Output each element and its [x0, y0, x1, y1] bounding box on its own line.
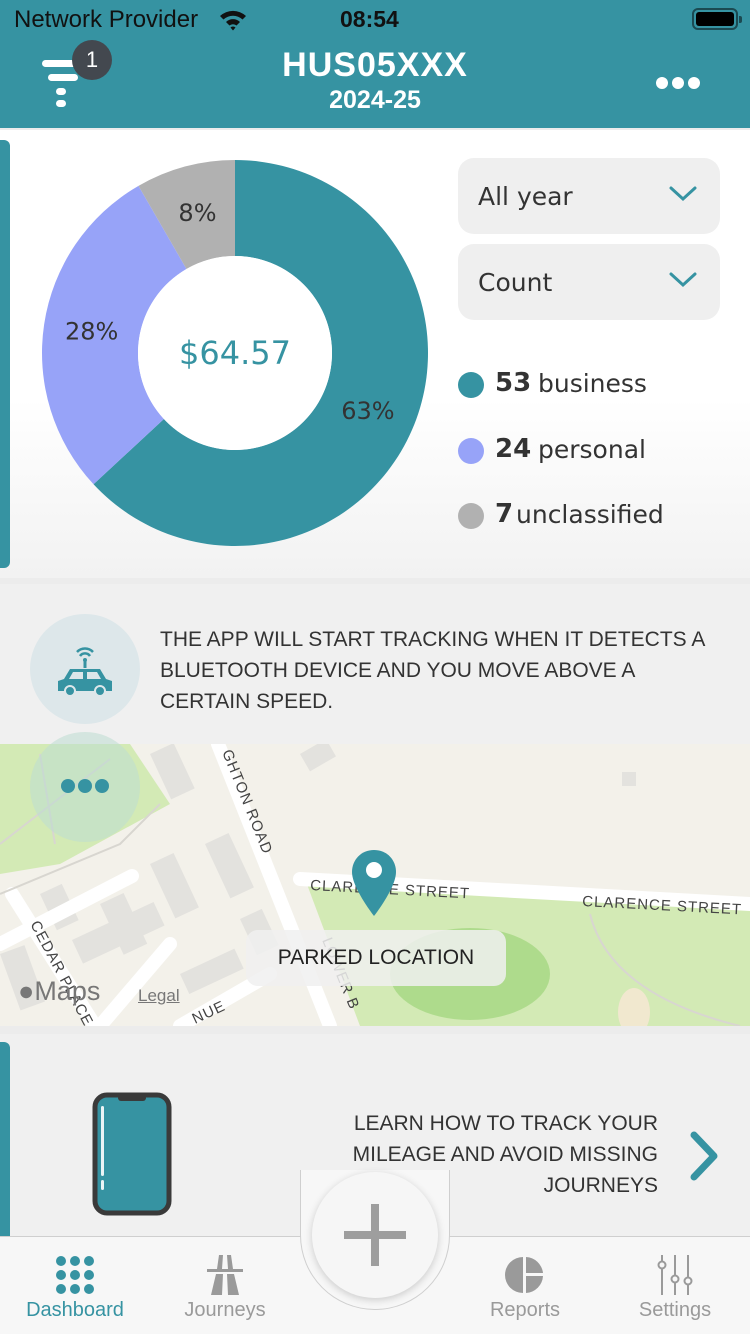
period-select[interactable]: All year [458, 158, 720, 234]
vehicle-title: HUS05XXX [282, 46, 468, 84]
more-icon [60, 778, 110, 798]
apple-maps-logo: ●Maps [18, 976, 101, 1006]
journey-stats-card: 63% 28% 8% $64.57 All year Count 53 busines… [0, 130, 750, 578]
tracking-card: GHTON ROAD CLARENCE STREET CLARENCE STRE… [0, 584, 750, 1026]
period-select-value: All year [478, 182, 573, 211]
legend-count: 7 [495, 499, 514, 529]
more-options-button[interactable] [656, 74, 706, 92]
dashboard-grid-icon [55, 1255, 95, 1299]
plus-icon [344, 1204, 406, 1270]
tab-settings[interactable]: Settings [600, 1237, 750, 1334]
wifi-icon [218, 8, 248, 36]
tracking-more-button[interactable] [30, 732, 140, 842]
card-accent [0, 1042, 10, 1244]
clock: 08:54 [340, 6, 399, 32]
metric-select[interactable]: Count [458, 244, 720, 320]
legend-label: personal [538, 435, 646, 464]
chevron-right-icon[interactable] [688, 1130, 720, 1186]
classification-donut-chart[interactable]: 63% 28% 8% $64.57 [40, 158, 430, 548]
app-header: Network Provider 08:54 1 HUS05XXX 2024-2… [0, 0, 750, 128]
more-icon-dot [688, 77, 700, 89]
connected-car-icon [56, 642, 114, 702]
more-icon-dot [672, 77, 684, 89]
legend-label: unclassified [516, 500, 664, 529]
tab-dashboard[interactable]: Dashboard [0, 1237, 150, 1334]
carrier-name: Network Provider [14, 6, 199, 33]
pie-chart-icon [505, 1255, 545, 1299]
legend-dot-personal [458, 438, 484, 464]
tracking-message: THE APP WILL START TRACKING WHEN IT DETE… [160, 628, 705, 713]
tab-label: Journeys [184, 1299, 266, 1321]
donut-percent-label: 63% [341, 397, 394, 425]
location-pin-icon [350, 848, 398, 922]
tab-reports[interactable]: Reports [450, 1237, 600, 1334]
more-icon-dot [656, 77, 668, 89]
legend-dot-business [458, 372, 484, 398]
parked-location-label: PARKED LOCATION [246, 930, 506, 986]
dashboard-screen: Network Provider 08:54 1 HUS05XXX 2024-2… [0, 0, 750, 1334]
tab-label: Dashboard [26, 1299, 124, 1321]
donut-center-total: $64.57 [179, 334, 291, 372]
chevron-down-icon [668, 270, 698, 294]
phone-icon [92, 1092, 172, 1220]
tab-label: Reports [489, 1299, 561, 1321]
legend-label: business [538, 369, 647, 398]
card-accent [0, 140, 10, 568]
legend-count: 53 [495, 368, 532, 398]
chevron-down-icon [668, 184, 698, 208]
tax-year: 2024-25 [329, 86, 421, 114]
battery-icon [692, 8, 742, 30]
legend-count: 24 [495, 434, 532, 464]
status-bar: Network Provider 08:54 [0, 0, 750, 40]
tab-label: Settings [638, 1299, 712, 1321]
tracking-status-button[interactable] [30, 614, 140, 724]
legal-link[interactable]: Legal [138, 986, 180, 1006]
maps-brand-text: Maps [34, 976, 101, 1006]
tab-journeys[interactable]: Journeys [150, 1237, 300, 1334]
sliders-icon [655, 1255, 695, 1299]
donut-percent-label: 28% [65, 317, 118, 345]
donut-percent-label: 8% [178, 199, 216, 227]
metric-select-value: Count [478, 268, 553, 297]
legend-dot-unclassified [458, 503, 484, 529]
add-journey-button[interactable] [312, 1172, 438, 1298]
road-icon [205, 1255, 245, 1299]
